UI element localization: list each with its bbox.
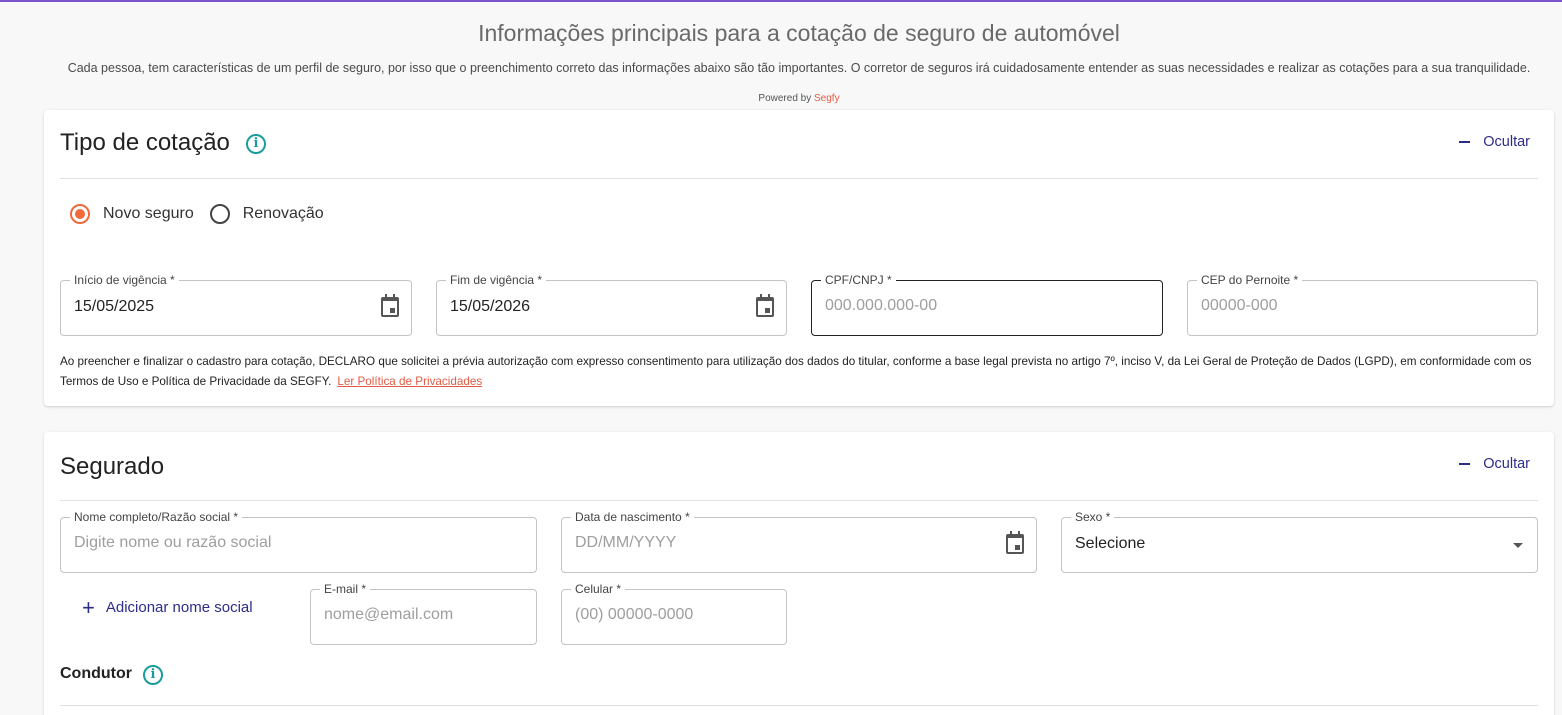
segurado-title: Segurado [60,453,165,480]
email-field[interactable]: E-mail * [310,582,537,645]
info-icon[interactable]: i [246,134,266,154]
condutor-title: Condutor [60,665,132,682]
fim-vigencia-label: Fim de vigência * [446,273,547,287]
cpf-cnpj-input[interactable] [825,297,1149,315]
top-accent-bar [0,0,1562,2]
fim-vigencia-value[interactable]: 15/05/2026 [450,298,530,316]
sexo-select[interactable]: Sexo * Selecione [1061,510,1538,573]
divider [60,500,1538,501]
calendar-icon[interactable] [1006,531,1024,554]
celular-input[interactable] [575,606,773,624]
celular-field[interactable]: Celular * [561,582,787,645]
data-nascimento-input[interactable] [575,534,1023,552]
nome-completo-label: Nome completo/Razão social * [70,510,243,524]
tipo-cotacao-card: Tipo de cotação i Ocultar Novo seguro Re… [44,110,1554,406]
minus-icon [1459,141,1471,143]
cpf-cnpj-label: CPF/CNPJ * [821,273,896,287]
data-nascimento-label: Data de nascimento * [571,510,694,524]
nome-completo-field[interactable]: Nome completo/Razão social * [60,510,537,573]
inicio-vigencia-field[interactable]: Início de vigência * 15/05/2025 [60,273,412,336]
fim-vigencia-field[interactable]: Fim de vigência * 15/05/2026 [436,273,787,336]
tipo-cotacao-hide-button[interactable]: Ocultar [1459,134,1530,150]
divider [60,178,1538,179]
tipo-cotacao-title: Tipo de cotação [60,129,230,156]
cpf-cnpj-field[interactable]: CPF/CNPJ * [811,273,1163,336]
celular-label: Celular * [571,582,626,596]
radio-renovacao[interactable]: Renovação [209,204,324,224]
hide-label: Ocultar [1483,134,1530,150]
privacy-policy-link[interactable]: Ler Política de Privacidades [337,375,482,388]
calendar-icon[interactable] [756,294,774,317]
plus-icon: + [82,594,95,620]
hide-label: Ocultar [1483,456,1530,472]
add-social-name-label: Adicionar nome social [105,599,253,616]
cep-pernoite-field[interactable]: CEP do Pernoite * [1187,273,1538,336]
sexo-label: Sexo * [1071,510,1115,524]
email-label: E-mail * [320,582,371,596]
radio-unchecked-icon[interactable] [209,204,230,224]
minus-icon [1459,463,1471,465]
add-social-name-button[interactable]: + Adicionar nome social [82,594,253,620]
divider [60,705,1538,706]
page-title: Informações principais para a cotação de… [478,20,1120,46]
consent-text: Ao preencher e finalizar o cadastro para… [60,355,1532,388]
sexo-selected-value[interactable]: Selecione [1075,535,1145,553]
info-icon[interactable]: i [143,665,163,685]
powered-by-brand[interactable]: Segfy [814,93,840,104]
radio-label-renovacao: Renovação [242,205,324,222]
data-nascimento-field[interactable]: Data de nascimento * [561,510,1037,573]
inicio-vigencia-value[interactable]: 15/05/2025 [74,298,154,316]
cep-pernoite-label: CEP do Pernoite * [1197,273,1303,287]
page-subtitle: Cada pessoa, tem características de um p… [67,61,1531,75]
radio-label-novo-seguro: Novo seguro [103,205,194,222]
lgpd-consent-text: Ao preencher e finalizar o cadastro para… [60,352,1540,392]
powered-by-prefix: Powered by [758,93,812,104]
chevron-down-icon[interactable] [1513,543,1523,548]
radio-novo-seguro[interactable]: Novo seguro [70,204,194,224]
calendar-icon[interactable] [381,294,399,317]
segurado-hide-button[interactable]: Ocultar [1459,456,1530,472]
nome-completo-input[interactable] [74,534,523,552]
email-input[interactable] [324,606,523,624]
cep-pernoite-input[interactable] [1201,297,1524,315]
inicio-vigencia-label: Início de vigência * [70,273,179,287]
radio-checked-icon[interactable] [70,204,90,224]
segurado-card: Segurado Ocultar Nome completo/Razão soc… [44,432,1554,715]
powered-by: Powered by Segfy [0,93,1562,107]
tipo-cotacao-radio-group: Novo seguro Renovação [70,204,340,224]
